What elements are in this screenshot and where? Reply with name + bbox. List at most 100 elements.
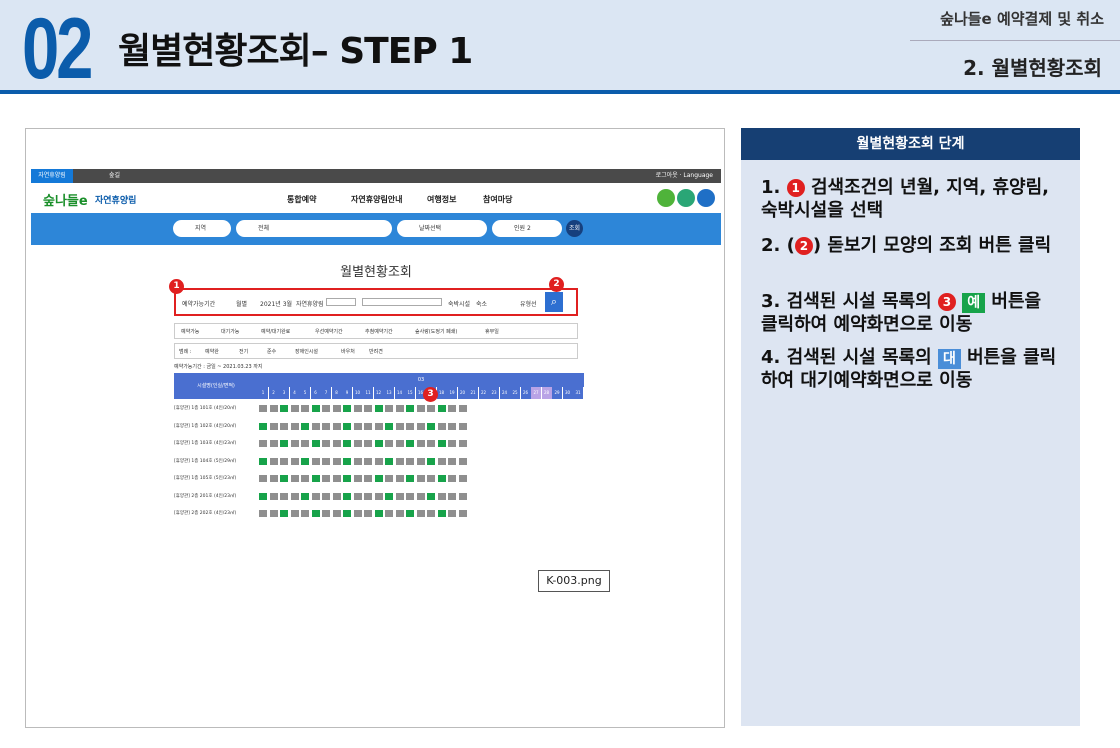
type-select[interactable]: 숙소 [476, 299, 487, 308]
day-cell[interactable] [290, 405, 299, 412]
day-cell[interactable] [437, 440, 446, 447]
menu-forest-info[interactable]: 자연휴양림안내 [351, 194, 403, 205]
day-cell[interactable] [416, 422, 425, 430]
day-cell[interactable] [364, 475, 372, 482]
monthly-radio[interactable]: 월별 [236, 299, 247, 308]
topbar-links[interactable]: 로그아웃 · Language [656, 169, 713, 183]
day-cell[interactable] [427, 440, 435, 447]
day-cell[interactable] [427, 457, 435, 465]
day-cell[interactable] [280, 457, 288, 465]
day-cell[interactable] [259, 422, 267, 430]
day-cell[interactable] [416, 492, 425, 500]
day-cell[interactable] [322, 440, 330, 447]
day-cell[interactable] [395, 457, 404, 465]
day-cell[interactable] [395, 510, 404, 517]
day-cell[interactable] [364, 405, 372, 412]
day-cell[interactable] [374, 457, 383, 465]
day-cell[interactable] [280, 422, 288, 430]
day-cell[interactable] [343, 510, 351, 517]
day-cell[interactable] [259, 492, 267, 500]
day-cell[interactable] [353, 475, 362, 482]
day-cell[interactable] [311, 492, 320, 500]
month-select[interactable]: 2021년 3월 [260, 299, 292, 308]
day-cell[interactable] [259, 475, 267, 482]
day-cell[interactable] [427, 475, 435, 482]
day-cell[interactable] [311, 405, 320, 412]
day-cell[interactable] [290, 475, 299, 482]
day-cell[interactable] [385, 440, 393, 447]
day-cell[interactable] [364, 510, 372, 517]
day-cell[interactable] [406, 492, 414, 500]
day-cell[interactable] [395, 475, 404, 482]
day-cell[interactable] [395, 440, 404, 447]
day-cell[interactable] [458, 422, 467, 430]
menu-integrated-booking[interactable]: 통합예약 [287, 194, 316, 205]
day-cell[interactable] [343, 422, 351, 430]
tab-trail[interactable]: 숲길 [109, 169, 120, 183]
day-cell[interactable] [322, 422, 330, 430]
day-cell[interactable] [280, 475, 288, 482]
day-cell[interactable] [448, 492, 456, 500]
day-cell[interactable] [353, 422, 362, 430]
forest-name-select[interactable] [362, 298, 442, 306]
menu-grid-icon[interactable] [697, 189, 715, 207]
day-cell[interactable] [301, 457, 309, 465]
day-cell[interactable] [374, 440, 383, 447]
day-cell[interactable] [322, 457, 330, 465]
day-cell[interactable] [269, 492, 278, 500]
day-cell[interactable] [437, 422, 446, 430]
day-cell[interactable] [332, 492, 341, 500]
day-cell[interactable] [427, 492, 435, 500]
day-cell[interactable] [364, 492, 372, 500]
site-logo[interactable]: 숲나들e [43, 190, 88, 209]
day-cell[interactable] [290, 440, 299, 447]
day-cell[interactable] [416, 475, 425, 482]
day-cell[interactable] [343, 457, 351, 465]
day-cell[interactable] [406, 422, 414, 430]
day-cell[interactable] [322, 510, 330, 517]
search-icon[interactable] [657, 189, 675, 207]
go-button[interactable]: 조회 [566, 220, 583, 237]
day-cell[interactable] [280, 405, 288, 412]
day-cell[interactable] [385, 422, 393, 430]
day-cell[interactable] [364, 422, 372, 430]
forest-select[interactable]: 전체 [236, 220, 392, 237]
day-cell[interactable] [301, 510, 309, 517]
day-cell[interactable] [259, 405, 267, 412]
day-cell[interactable] [385, 405, 393, 412]
day-cell[interactable] [343, 475, 351, 482]
sort-select[interactable]: 유형선 [520, 299, 537, 308]
day-cell[interactable] [374, 492, 383, 500]
day-cell[interactable] [437, 457, 446, 465]
day-cell[interactable] [374, 475, 383, 482]
date-select[interactable]: 날짜선택 [397, 220, 487, 237]
forest-select-box[interactable] [326, 298, 356, 306]
day-cell[interactable] [332, 440, 341, 447]
day-cell[interactable] [353, 492, 362, 500]
day-cell[interactable] [437, 492, 446, 500]
day-cell[interactable] [332, 422, 341, 430]
day-cell[interactable] [385, 475, 393, 482]
day-cell[interactable] [259, 510, 267, 517]
day-cell[interactable] [364, 457, 372, 465]
day-cell[interactable] [416, 405, 425, 412]
day-cell[interactable] [353, 457, 362, 465]
day-cell[interactable] [311, 475, 320, 482]
day-cell[interactable] [406, 475, 414, 482]
day-cell[interactable] [395, 405, 404, 412]
day-cell[interactable] [290, 510, 299, 517]
day-cell[interactable] [448, 422, 456, 430]
day-cell[interactable] [301, 440, 309, 447]
day-cell[interactable] [301, 405, 309, 412]
day-cell[interactable] [301, 475, 309, 482]
day-cell[interactable] [332, 510, 341, 517]
menu-community[interactable]: 참여마당 [483, 194, 512, 205]
quick-booking-icon[interactable] [677, 189, 695, 207]
day-cell[interactable] [269, 475, 278, 482]
day-cell[interactable] [406, 405, 414, 412]
day-cell[interactable] [259, 440, 267, 447]
day-cell[interactable] [322, 492, 330, 500]
day-cell[interactable] [427, 510, 435, 517]
day-cell[interactable] [280, 510, 288, 517]
day-cell[interactable] [290, 457, 299, 465]
